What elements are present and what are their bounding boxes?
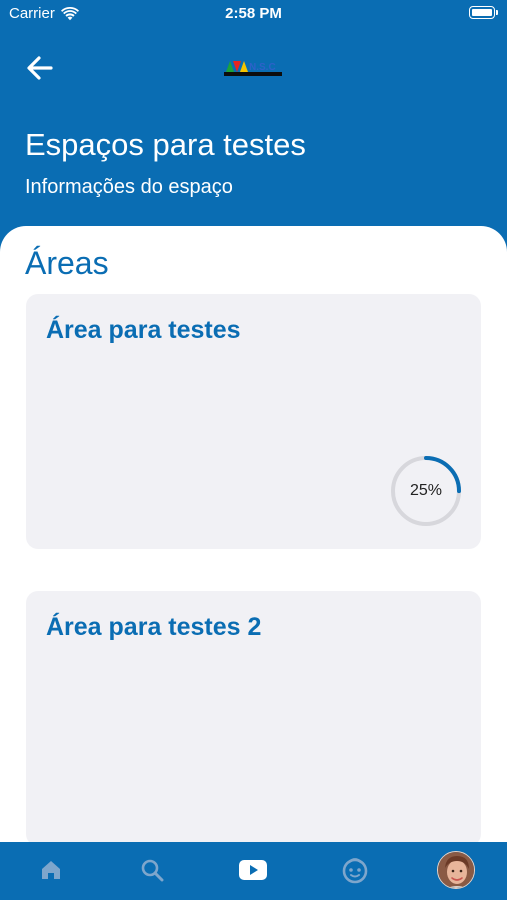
- profile-avatar[interactable]: [437, 851, 475, 889]
- page-title: Espaços para testes: [25, 127, 306, 162]
- area-card[interactable]: Área para testes 25%: [26, 294, 481, 549]
- avatar-image: [438, 852, 474, 888]
- arrow-left-icon: [27, 56, 53, 80]
- content-sheet: Áreas Área para testes 25% Área para tes…: [0, 226, 507, 842]
- area-card-title: Área para testes 2: [46, 613, 262, 641]
- tab-bar: [0, 842, 507, 900]
- video-icon: [239, 860, 267, 880]
- area-card-title: Área para testes: [46, 316, 241, 344]
- svg-text:N.S.C: N.S.C: [249, 62, 276, 73]
- battery-icon: [469, 6, 498, 19]
- tab-search[interactable]: [134, 852, 170, 888]
- search-icon: [141, 859, 164, 882]
- status-bar: Carrier 2:58 PM: [0, 0, 507, 28]
- section-title-areas: Áreas: [25, 245, 109, 281]
- tab-kids[interactable]: [337, 852, 373, 888]
- area-card[interactable]: Área para testes 2: [26, 591, 481, 842]
- tab-videos[interactable]: [235, 852, 271, 888]
- status-time: 2:58 PM: [225, 5, 282, 22]
- kids-face-icon: [342, 858, 368, 884]
- app-logo: N.S.C: [224, 61, 282, 76]
- progress-label: 25%: [409, 482, 443, 499]
- home-icon: [42, 861, 60, 879]
- tab-home[interactable]: [33, 852, 69, 888]
- page-subtitle: Informações do espaço: [25, 176, 233, 198]
- back-button[interactable]: [22, 50, 58, 86]
